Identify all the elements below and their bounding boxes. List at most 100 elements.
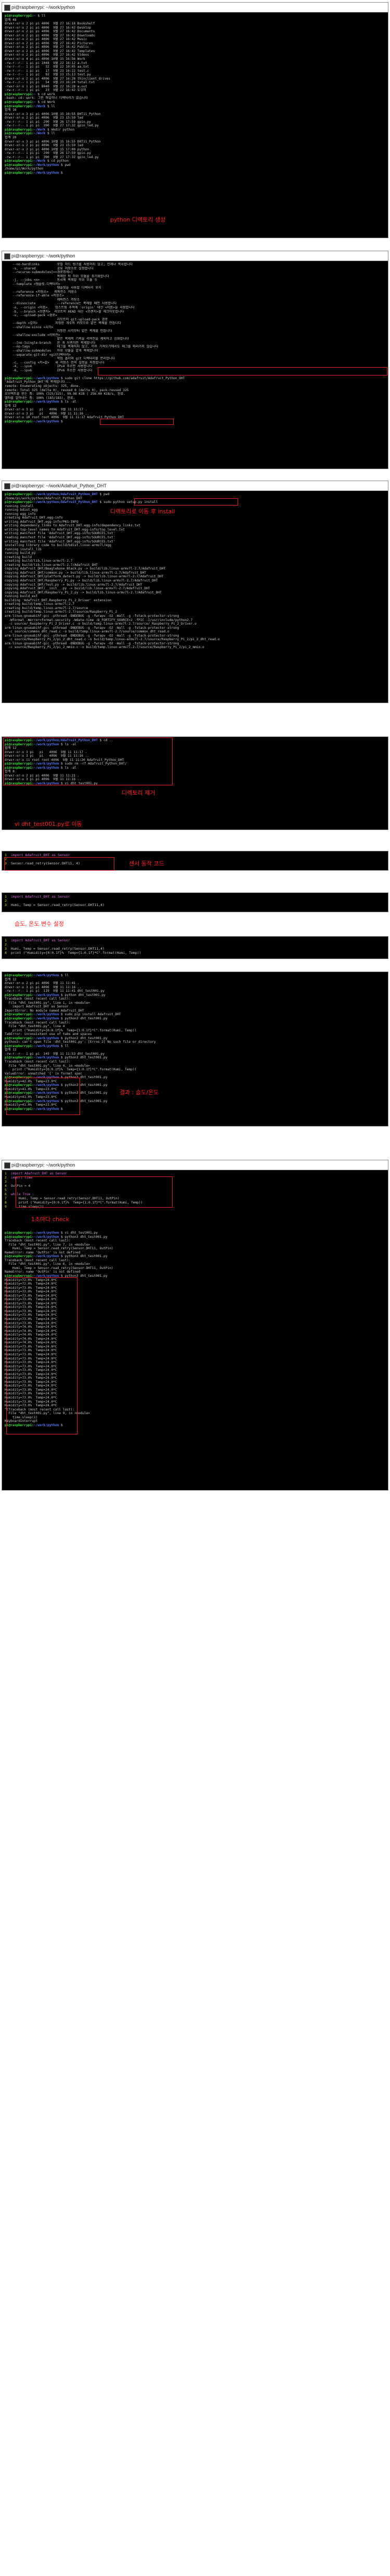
- terminal-line: -rw-r--r-- 1 pi pi 390 9월 27 17:32 gpio_…: [5, 124, 99, 128]
- terminal-line: -rw-r--r-- 1 pi pi 149 9월 11 11:53 dht_t…: [5, 1052, 105, 1056]
- terminal-line: writing manifest file 'Adafruit_DHT.egg-…: [5, 532, 115, 536]
- terminal-line: pi@raspberrypi:~/Work $ cd python: [5, 159, 69, 163]
- terminal-line: pi@raspberrypi:~/Work $ ll: [5, 132, 55, 136]
- terminal-line: 얕은 복제의 기록을 리비전을 제외하고 심화합니다: [5, 337, 129, 341]
- terminal-line: -rw-r--r-- 1 pi pi 390 9월 27 17:32 gpio_…: [5, 155, 99, 159]
- terminal-line: installing library code to build/bdist.l…: [5, 543, 111, 548]
- terminal-line: creating build/temp.linux-armv7l-2.7/sou…: [5, 606, 88, 610]
- window-titlebar[interactable]: pi@raspberrypi: ~/work/python: [2, 1160, 388, 1170]
- window-titlebar[interactable]: pi@raspberrypi: ~/work/python: [2, 251, 388, 261]
- terminal-line: -u, --upload-pack <경로>: [5, 314, 57, 318]
- terminal-line: -rw-r--r-- 1 pi pi 92 9월 23 15:13 test.p…: [5, 73, 91, 77]
- terminal-line: TabError: inconsistent use of tabs and s…: [5, 1032, 92, 1037]
- terminal-line: arm-linux-gnueabihf-gcc -pthread -DNDEBU…: [5, 626, 179, 630]
- terminal-line: writing manifest file 'Adafruit_DHT.egg-…: [5, 539, 115, 543]
- terminal-line: drwxr-xr-x 3 pi pi 4096 9월 11 11:16 ..: [5, 985, 82, 989]
- code-text: Humi, Temp = Sensor.read_retry(Sensor.DH…: [11, 903, 105, 907]
- gap: [0, 1127, 390, 1160]
- terminal-line: ImportError: No module named Adafruit_DH…: [5, 1008, 84, 1013]
- code-line: 3 Humi, Temp = Sensor.read_retry(Sensor.D…: [5, 903, 385, 907]
- terminal-window-2[interactable]: pi@raspberrypi: ~/work/python --no-hardl…: [2, 251, 388, 469]
- terminal-line: pi@raspberrypi:~/work/python $ python3 d…: [5, 1254, 108, 1259]
- terminal-line: pi@raspberrypi:~/work/python $ python3 d…: [5, 1056, 108, 1060]
- terminal-line: creating build/temp.linux-armv7l-2.7/sou…: [5, 610, 118, 614]
- terminal-line: 복제한 뒤 하위 모듈을 초기화합니다: [5, 274, 109, 278]
- window-title: pi@raspberrypi: ~/work/Adafruit_Python_D…: [11, 483, 107, 488]
- code-line: 3 Humi, Temp = Sensor.read_retry(Sensor.D…: [5, 947, 385, 951]
- terminal-line: creating build/lib.linux-armv7l-2.7: [5, 559, 73, 563]
- terminal-line: -b, --branch <브랜치> 리모트의 HEAD 대신 <브랜치>를 체…: [5, 309, 124, 314]
- terminal-line: running build_py: [5, 551, 36, 555]
- terminal-line: --no-hardlinks 로컬 하드 링크를 사용하지 않고, 언제나 복사…: [5, 263, 133, 266]
- terminal-line: -o, --origin <이름> 업스트림 추적에 'origin' 대신 <…: [5, 306, 135, 310]
- terminal-window-1[interactable]: pi@raspberrypi: ~/work/python pi@raspber…: [2, 2, 388, 238]
- terminal-line: arm-linux-gnueabihf-gcc -pthread -DNDEBU…: [5, 614, 179, 618]
- terminal-line: 합계 16: [5, 108, 17, 112]
- terminal-line: running egg_info: [5, 512, 36, 516]
- terminal-line: drwxr-xr-x 2 pi pi 4096 9월 27 16:42 Vide…: [5, 53, 89, 57]
- window-titlebar[interactable]: pi@raspberrypi: ~/work/Adafruit_Python_D…: [2, 481, 388, 491]
- terminal-line: -rwxr-xr-x 1 pi pi 8040 9월 22 16:28 a.ou…: [5, 84, 87, 88]
- line-number: 1: [5, 853, 7, 857]
- terminal-line: copying Adafruit_DHT/Raspberry_Pi_2.py -…: [5, 590, 162, 594]
- terminal-line: copying Adafruit_DHT/Raspberry_Pi.py -> …: [5, 579, 158, 583]
- terminal-line: -rw-r--r-- 1 pi pi 23 9월 22 16:42 도우미: [5, 88, 86, 93]
- highlight-clone-command: [98, 367, 387, 376]
- line-number: 1: [5, 895, 7, 899]
- code-line: 1 import Adafruit_DHT as Sensor: [5, 1172, 385, 1176]
- terminal-line: drwxr-xr-x 2 pi pi 4096 9월 27 16:42 Docu…: [5, 30, 95, 34]
- vi-editor-3[interactable]: 1 import Adafruit_DHT as Sensor 2 3 Humi, Te…: [2, 936, 388, 959]
- code-line: 4 print ("Humidity={0:0.1f}% Temp={1:0.1f…: [5, 951, 385, 955]
- terminal-output[interactable]: pi@raspberrypi:~/work/python/Adafruit_Py…: [2, 491, 388, 651]
- terminal-line: creating Adafruit_DHT.egg-info: [5, 516, 63, 520]
- terminal-output[interactable]: pi@raspberrypi:~ $ ll 합계 48 drwxr-xr-x 2 p…: [2, 12, 388, 176]
- code-text: import Adafruit_DHT as Sensor: [11, 1172, 68, 1175]
- terminal-line: pi@raspberrypi:~ $ cd work: [5, 92, 55, 96]
- terminal-window-3[interactable]: pi@raspberrypi: ~/work/Adafruit_Python_D…: [2, 481, 388, 703]
- terminal-line: 'Adafruit_Python_DHT'에 복제합니다...: [5, 380, 71, 384]
- terminal-line: drwxr-xr-x 2 pi pi 4096 9월 27 16:42 Publ…: [5, 45, 89, 49]
- terminal-line: Traceback (most recent call last):: [5, 997, 71, 1001]
- terminal-line: copying Adafruit_DHT/__init__.py -> buil…: [5, 587, 150, 591]
- terminal-line: running build_ext: [5, 594, 38, 599]
- terminal-line: remote: Total 325 (delta 0), reused 0 (d…: [5, 388, 129, 392]
- terminal-line: pi@raspberrypi:~/work/python $ python dh…: [5, 993, 106, 997]
- window-titlebar[interactable]: pi@raspberrypi: ~/work/python: [2, 3, 388, 12]
- window-title: pi@raspberrypi: ~/work/python: [11, 253, 75, 258]
- line-number: 1: [5, 1172, 7, 1175]
- gap: [0, 830, 390, 851]
- terminal-line: --template <템플릿-디렉터리>: [5, 282, 60, 286]
- highlight-loop-code: [16, 1176, 173, 1208]
- annotation-results: 결과 : 습도/온도: [120, 1089, 159, 1096]
- gap: [0, 959, 390, 972]
- code-text: import Adafruit_DHT as Sensor: [11, 938, 70, 942]
- line-number: 7: [5, 1197, 7, 1200]
- terminal-icon: [4, 253, 10, 260]
- terminal-line: drwxr-xr-x 2 pi pi 4096 9월 11 11:41 .: [5, 981, 80, 986]
- terminal-line: pi@raspberrypi:~/Work/python $: [5, 171, 65, 175]
- code-line: 1 import Adafruit_DHT as Sensor: [5, 895, 385, 899]
- vi-editor-2[interactable]: 1 import Adafruit_DHT as Sensor 2 3 Humi, Te…: [2, 892, 388, 912]
- terminal-line: --[no-]single-branch 한 개 브랜치만 복제합니다: [5, 341, 96, 345]
- terminal-line: copying Adafruit_DHT/common.py -> build/…: [5, 571, 146, 575]
- terminal-line: arm-linux-gnueabihf-gcc -pthread -DNDEBU…: [5, 633, 179, 638]
- terminal-line: Traceback (most recent call last):: [5, 1258, 71, 1262]
- terminal-line: --dissociate --reference는 복제할 때만 사용합니다: [5, 302, 117, 306]
- line-number: 9: [5, 1205, 7, 1209]
- highlight-sensor-code: [4, 857, 114, 871]
- window-title: pi@raspberrypi: ~/work/python: [11, 1162, 75, 1168]
- terminal-line: drwxr-xr-x 2 pi pi 4096 9월 27 16:18 Book…: [5, 22, 95, 26]
- terminal-line: -rw-r--r-- 1 pi pi 17 9월 23 16:22 test.c: [5, 69, 89, 73]
- line-number: 1: [5, 938, 7, 942]
- highlight-dir-remove: [3, 737, 173, 785]
- terminal-line: running bdist_egg: [5, 508, 38, 512]
- terminal-line: Humi, Temp = Sensor.read_retry(Sensor.DH…: [5, 1266, 113, 1270]
- terminal-line: -c source/common_dht_read.c -o build/tem…: [5, 630, 170, 634]
- gap: [0, 703, 390, 736]
- terminal-line: drwxr-xr-x 2 pi pi 4096 9월 23 15:59 led: [5, 144, 83, 148]
- terminal-line: pi@raspberrypi:~/work/python $ python3 d…: [5, 1017, 108, 1021]
- terminal-line: NameError: name 'OutPin' is not defined: [5, 1270, 81, 1274]
- line-number: 4: [5, 951, 7, 955]
- line-number: 3: [5, 903, 7, 907]
- terminal-output[interactable]: --no-hardlinks 로컬 하드 링크를 사용하지 않고, 언제나 복사…: [2, 261, 388, 425]
